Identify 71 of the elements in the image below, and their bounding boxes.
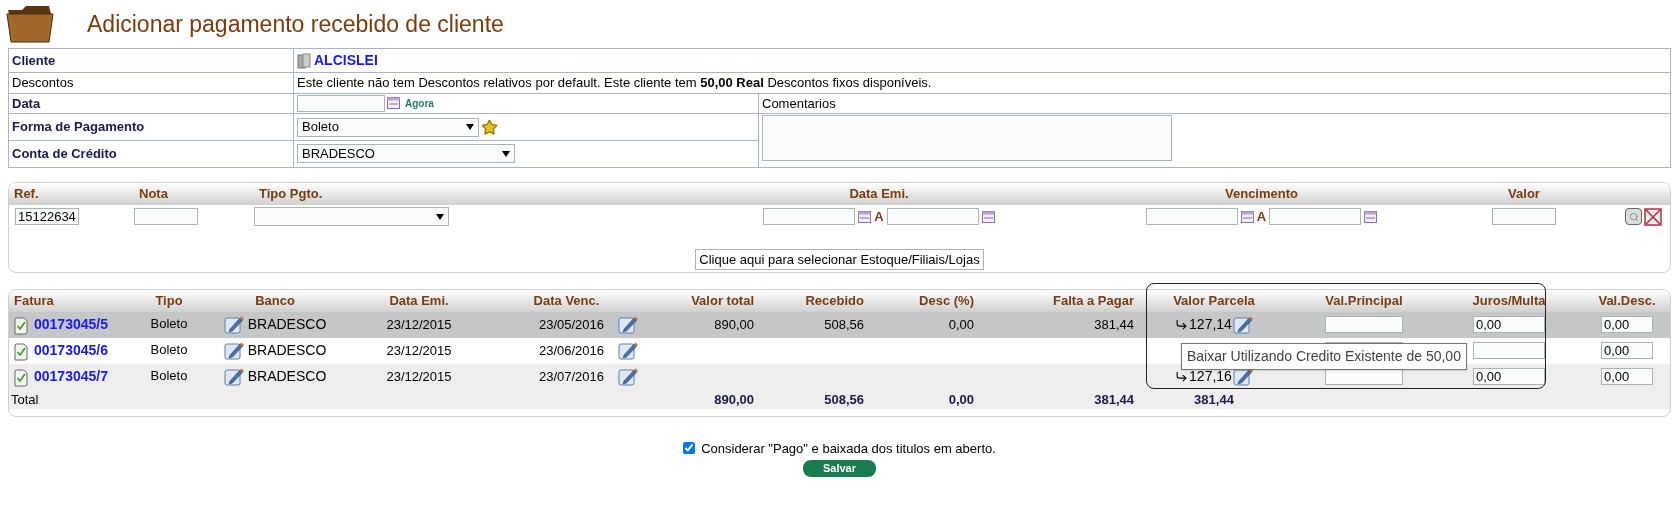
total-cell: 0,00 — [948, 391, 974, 407]
ref-field[interactable]: 15122634 — [15, 208, 79, 225]
column-header: Tipo — [137, 289, 201, 312]
column-header: Desc (%) — [864, 289, 974, 312]
table-cell: 890,00 — [714, 316, 754, 332]
column-header: Data Emi. — [848, 184, 910, 203]
column-header: Val.Desc. — [1584, 289, 1670, 312]
table-cell: 508,56 — [824, 316, 864, 332]
field-label: Data — [12, 95, 41, 111]
table-cell: 23/12/2015 — [386, 342, 452, 358]
now-link[interactable]: Agora — [405, 95, 434, 111]
juros-field[interactable]: 0,00 — [1473, 316, 1545, 333]
discount-field[interactable]: 0,00 — [1601, 368, 1653, 385]
invoice-link[interactable]: 00173045/6 — [34, 340, 108, 361]
table-cell-text: 23/07/2016 — [538, 367, 604, 386]
table-cell-text: 127,16 — [1189, 367, 1232, 386]
field-label: Conta de Crédito — [12, 146, 117, 162]
invoice-row[interactable]: 00173045/5 Boleto BRADESCO 23/12/2015 23/05/2016 890,00 508,56 0,00 381,44 127,14 0,00 0,00 — [9, 311, 1670, 338]
confirm-label: Considerar "Pago" e baixada dos titulos em aberto. — [701, 439, 996, 458]
table-cell-text: 23/06/2016 — [538, 341, 604, 360]
table-cell: 23/12/2015 — [386, 316, 452, 332]
table-cell: 381,44 — [1094, 316, 1134, 332]
field-label: Forma de Pagamento — [12, 119, 145, 135]
range-separator: A — [1256, 207, 1267, 226]
invoice-link[interactable]: 00173045/5 — [34, 314, 108, 335]
table-cell: 0,00 — [948, 316, 974, 332]
column-header: Banco — [201, 289, 349, 312]
save-button[interactable]: Salvar — [803, 460, 876, 477]
column-header: Juros/Multa — [1434, 289, 1584, 312]
table-cell: Boleto — [150, 367, 188, 383]
total-cell: 890,00 — [714, 391, 754, 407]
table-cell: Boleto — [150, 315, 188, 331]
column-header: Val.Principal — [1294, 289, 1434, 312]
table-cell-text: 127,14 — [1189, 315, 1232, 334]
column-header: Nota — [138, 184, 169, 203]
table-cell-text: BRADESCO — [247, 315, 327, 334]
table-cell-text: 23/05/2016 — [538, 315, 604, 334]
dropdown[interactable]: Boleto — [297, 117, 479, 137]
column-header: Data Venc. — [489, 289, 644, 312]
table-cell: 23/12/2015 — [386, 368, 452, 384]
field-label: Cliente — [12, 52, 56, 68]
column-header: Tipo Pgto. — [258, 184, 324, 203]
total-label: Total — [11, 391, 39, 407]
invoice-link[interactable]: 00173045/7 — [34, 366, 108, 387]
column-header: Data Emi. — [349, 289, 489, 312]
discount-field[interactable]: 0,00 — [1601, 316, 1653, 333]
table-cell-text: BRADESCO — [247, 341, 327, 360]
column-header: Valor Parcela — [1134, 289, 1294, 312]
column-header: Ref. — [13, 184, 40, 203]
client-link[interactable]: ALCISLEI — [314, 50, 378, 71]
column-header: Vencimento — [1224, 184, 1299, 203]
dropdown[interactable]: BRADESCO — [297, 144, 515, 164]
table-cell-text: BRADESCO — [247, 367, 327, 386]
column-header: Recebido — [754, 289, 864, 312]
total-cell: 508,56 — [824, 391, 864, 407]
field-label: Comentarios — [762, 95, 836, 111]
column-header: Valor — [1507, 184, 1541, 203]
total-cell: 381,44 — [1194, 391, 1234, 407]
page-title: Adicionar pagamento recebido de cliente — [87, 9, 504, 39]
total-cell: 381,44 — [1094, 391, 1134, 407]
range-separator: A — [874, 207, 884, 226]
column-header: Falta a Pagar — [974, 289, 1134, 312]
select-stores-button[interactable]: Clique aqui para selecionar Estoque/Filiais/Lojas — [695, 248, 984, 270]
juros-field[interactable]: 0,00 — [1473, 368, 1545, 385]
discounts-text: Este cliente não tem Descontos relativos por default. Este cliente tem 50,00 Real Descontos fixos disponíveis. — [297, 75, 932, 90]
discount-field[interactable]: 0,00 — [1601, 342, 1653, 359]
table-cell: Boleto — [150, 341, 188, 357]
column-header: Fatura — [9, 289, 137, 312]
field-label: Descontos — [12, 75, 74, 90]
tooltip: Baixar Utilizando Credito Existente de 50,00 — [1181, 343, 1467, 370]
column-header: Valor total — [644, 289, 754, 312]
